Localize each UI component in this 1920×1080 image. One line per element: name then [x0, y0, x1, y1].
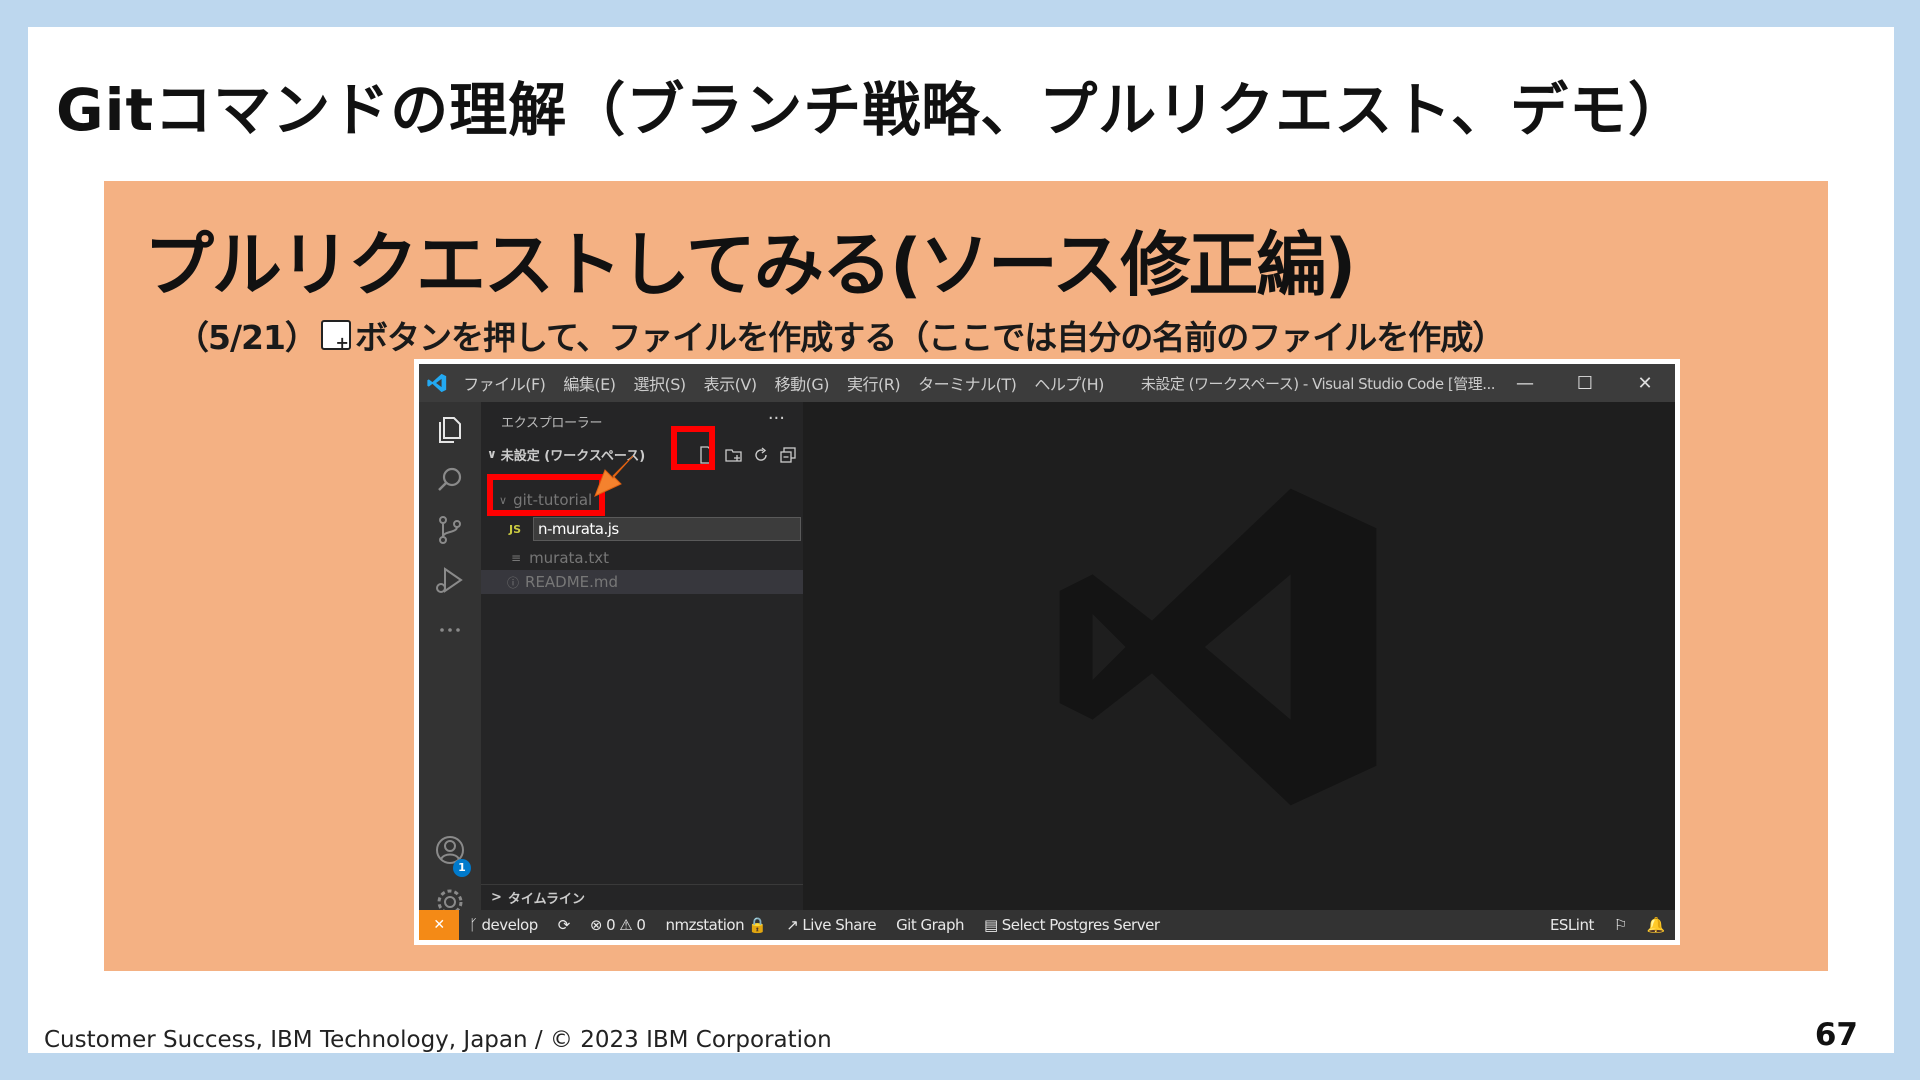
explorer-header: エクスプローラー [501, 416, 603, 431]
explorer-icon[interactable] [432, 412, 468, 448]
status-right: ESLint ⚐ 🔔 [1540, 916, 1675, 934]
minimize-button[interactable]: — [1495, 373, 1555, 394]
menu-selection[interactable]: 選択(S) [625, 371, 695, 395]
title-bar: ファイル(F) 編集(E) 選択(S) 表示(V) 移動(G) 実行(R) ター… [419, 364, 1675, 402]
panel-title: プルリクエストしてみる(ソース修正編) [144, 224, 1356, 306]
filename-input[interactable]: n-murata.js [533, 517, 801, 541]
menu-edit[interactable]: 編集(E) [554, 371, 624, 395]
sync-icon[interactable]: ⟳ [548, 916, 580, 934]
subtitle-text: ボタンを押して、ファイルを作成する（ここでは自分の名前のファイルを作成） [354, 318, 1505, 357]
file-label: README.md [525, 573, 619, 591]
refresh-icon[interactable] [752, 446, 770, 464]
timeline-label: タイムライン [507, 892, 585, 907]
git-graph-status[interactable]: Git Graph [886, 916, 974, 934]
chevron-right-icon: > [491, 890, 502, 905]
live-share-label: Live Share [802, 916, 877, 934]
menu-help[interactable]: ヘルプ(H) [1025, 371, 1113, 395]
vscode-watermark-icon [1059, 488, 1377, 806]
content-panel: プルリクエストしてみる(ソース修正編) （5/21） ボタンを押して、ファイルを… [104, 181, 1828, 971]
feedback-icon[interactable]: ⚐ [1604, 916, 1637, 934]
close-button[interactable]: ✕ [1615, 373, 1675, 394]
collapse-all-icon[interactable] [779, 446, 797, 464]
account-badge: 1 [453, 859, 471, 877]
menu-run[interactable]: 実行(R) [838, 371, 909, 395]
errors-count: ⊗ 0 [589, 916, 616, 934]
new-file-highlight [671, 426, 715, 470]
live-share-status[interactable]: ↗ Live Share [776, 916, 886, 934]
remote-button[interactable]: ✕ [419, 910, 459, 940]
panel-subtitle: （5/21） ボタンを押して、ファイルを作成する（ここでは自分の名前のファイルを… [176, 311, 1505, 359]
info-icon: ⓘ [507, 575, 520, 590]
status-bar: ✕ ᚴ develop ⟳ ⊗ 0 ⚠ 0 nmzstation 🔒 ↗ Liv… [419, 910, 1675, 940]
window-title: 未設定 (ワークスペース) - Visual Studio Code [管理..… [1140, 374, 1496, 393]
menu-view[interactable]: 表示(V) [695, 371, 766, 395]
editor-area [803, 402, 1675, 910]
new-file-icon [320, 320, 351, 351]
maximize-button[interactable]: ☐ [1555, 373, 1615, 394]
menu-go[interactable]: 移動(G) [766, 371, 838, 395]
file-item[interactable]: ≡ murata.txt [481, 546, 803, 570]
warnings-count: ⚠ 0 [619, 916, 646, 934]
user-label: nmzstation [665, 916, 745, 934]
js-file-icon: JS [509, 522, 522, 536]
branch-label: develop [481, 916, 539, 934]
run-debug-icon[interactable] [432, 562, 468, 598]
text-file-icon: ≡ [511, 551, 522, 565]
bell-icon[interactable]: 🔔 [1637, 916, 1675, 934]
menu-terminal[interactable]: ターミナル(T) [909, 371, 1025, 395]
slide: Gitコマンドの理解（ブランチ戦略、プルリクエスト、デモ） プルリクエストしてみ… [28, 27, 1894, 1053]
timeline-section[interactable]: > タイムライン [481, 884, 803, 910]
more-actions-icon[interactable]: ··· [768, 408, 785, 429]
file-label: murata.txt [529, 549, 610, 567]
branch-status[interactable]: ᚴ develop [459, 916, 548, 934]
window-controls: — ☐ ✕ [1495, 373, 1675, 394]
orange-arrow-icon [594, 455, 634, 497]
file-item[interactable]: ⓘ README.md [481, 570, 803, 594]
page-number: 67 [1814, 1017, 1858, 1053]
activity-bar: 1 [419, 402, 481, 915]
branch-icon: ᚴ [469, 916, 478, 934]
database-icon: ▤ [984, 916, 998, 934]
live-share-icon: ↗ [786, 916, 799, 934]
postgres-status[interactable]: ▤ Select Postgres Server [974, 916, 1169, 934]
new-folder-icon[interactable] [725, 446, 743, 464]
slide-title: Gitコマンドの理解（ブランチ戦略、プルリクエスト、デモ） [56, 76, 1688, 144]
vscode-logo-icon [419, 364, 454, 402]
eslint-status[interactable]: ESLint [1540, 916, 1604, 934]
menu-file[interactable]: ファイル(F) [454, 371, 554, 395]
filename-highlight [487, 474, 605, 516]
lock-icon: 🔒 [748, 916, 767, 934]
subtitle-prefix: （5/21） [176, 318, 318, 357]
source-control-icon[interactable] [432, 512, 468, 548]
vscode-window: ファイル(F) 編集(E) 選択(S) 表示(V) 移動(G) 実行(R) ター… [419, 364, 1675, 940]
chevron-down-icon: ∨ [487, 447, 497, 461]
footer-text: Customer Success, IBM Technology, Japan … [44, 1027, 832, 1053]
problems-status[interactable]: ⊗ 0 ⚠ 0 [580, 916, 656, 934]
more-icon[interactable] [432, 612, 468, 648]
postgres-label: Select Postgres Server [1001, 916, 1160, 934]
search-icon[interactable] [432, 462, 468, 498]
new-file-row[interactable]: JS n-murata.js [481, 516, 803, 542]
user-status[interactable]: nmzstation 🔒 [655, 916, 776, 934]
vscode-screenshot: ファイル(F) 編集(E) 選択(S) 表示(V) 移動(G) 実行(R) ター… [414, 359, 1680, 945]
